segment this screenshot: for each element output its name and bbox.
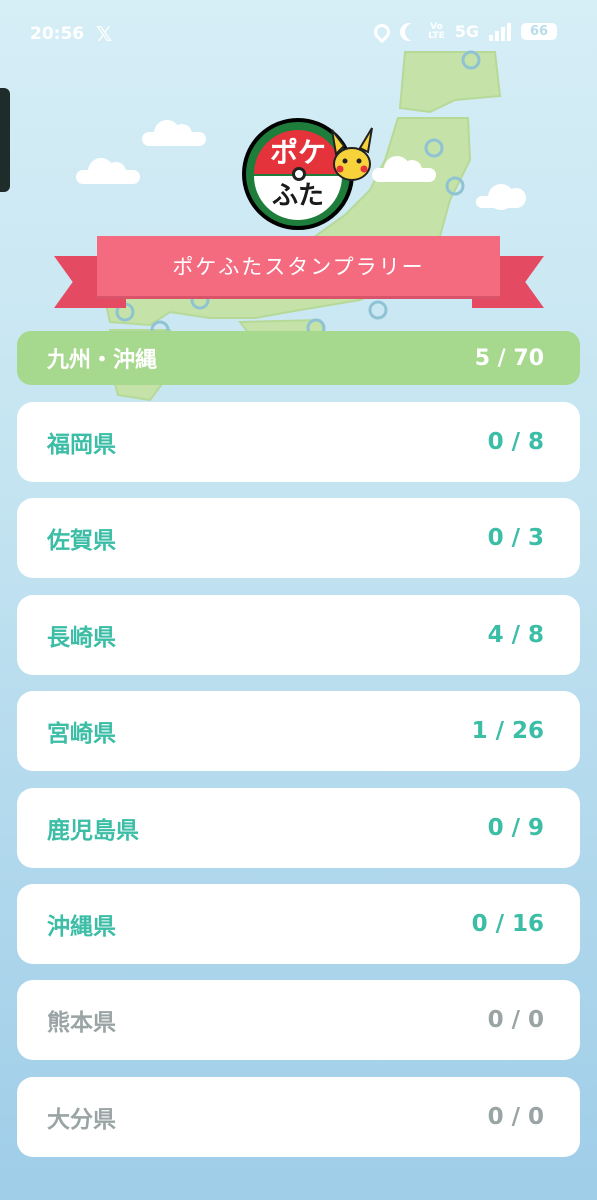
prefecture-row-kagoshima[interactable]: 鹿児島県 0 / 9 [17, 787, 580, 868]
page-title-banner: ポケふたスタンプラリー [97, 236, 500, 296]
prefecture-count: 0 / 0 [487, 1007, 544, 1034]
region-header[interactable]: 九州・沖縄 5 / 70 [17, 331, 580, 385]
prefecture-name: 宮崎県 [47, 721, 116, 748]
prefecture-name: 熊本県 [47, 1010, 116, 1037]
prefecture-row-saga[interactable]: 佐賀県 0 / 3 [17, 498, 580, 579]
prefecture-name: 佐賀県 [47, 528, 116, 555]
prefecture-row-nagasaki[interactable]: 長崎県 4 / 8 [17, 594, 580, 675]
prefecture-count: 1 / 26 [471, 718, 544, 745]
prefecture-row-miyazaki[interactable]: 宮崎県 1 / 26 [17, 691, 580, 772]
prefecture-name: 大分県 [47, 1106, 116, 1133]
prefecture-row-kumamoto[interactable]: 熊本県 0 / 0 [17, 980, 580, 1061]
pikachu-icon [331, 127, 373, 181]
pokeball-center-icon [292, 167, 306, 181]
prefecture-name: 鹿児島県 [47, 817, 139, 844]
cloud-decoration [142, 120, 206, 146]
prefecture-count: 0 / 9 [487, 814, 544, 841]
prefecture-name: 長崎県 [47, 624, 116, 651]
prefecture-row-fukuoka[interactable]: 福岡県 0 / 8 [17, 402, 580, 482]
cloud-decoration [76, 158, 140, 184]
prefecture-count: 0 / 8 [487, 429, 544, 455]
prefecture-count: 0 / 3 [487, 525, 544, 552]
prefecture-list: 福岡県 0 / 8 佐賀県 0 / 3 長崎県 4 / 8 宮崎県 1 / 26… [17, 402, 580, 1173]
prefecture-name: 福岡県 [47, 432, 116, 458]
prefecture-name: 沖縄県 [47, 913, 116, 940]
prefecture-count: 0 / 16 [471, 910, 544, 937]
prefecture-row-oita[interactable]: 大分県 0 / 0 [17, 1076, 580, 1157]
cloud-decoration [372, 156, 436, 182]
prefecture-row-okinawa[interactable]: 沖縄県 0 / 16 [17, 883, 580, 964]
prefecture-count: 0 / 0 [487, 1103, 544, 1130]
region-name: 九州・沖縄 [47, 348, 158, 373]
logo-bottom-text: ふた [254, 176, 342, 220]
prefecture-count: 4 / 8 [487, 621, 544, 648]
cloud-decoration [476, 184, 526, 210]
region-count: 5 / 70 [474, 345, 544, 371]
